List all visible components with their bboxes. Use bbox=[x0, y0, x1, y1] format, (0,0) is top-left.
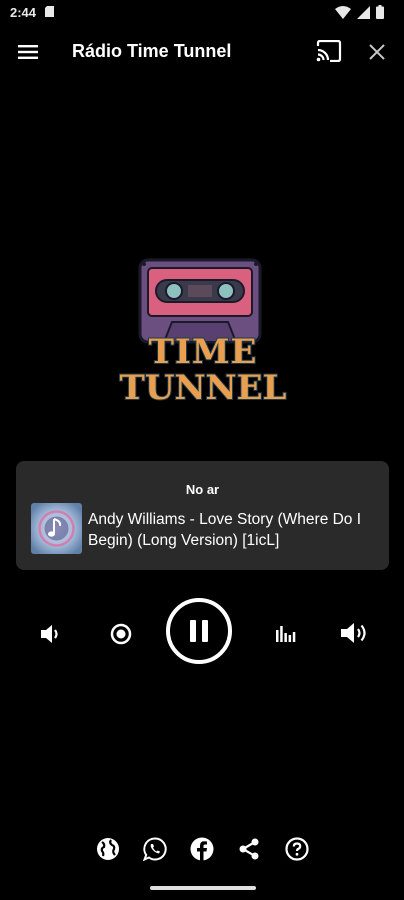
app-title: Rádio Time Tunnel bbox=[72, 41, 232, 61]
globe-icon bbox=[97, 838, 119, 860]
cast-button[interactable] bbox=[316, 39, 344, 64]
home-indicator[interactable] bbox=[150, 886, 256, 890]
cast-icon bbox=[316, 39, 342, 63]
volume-down-icon bbox=[41, 625, 58, 643]
share-button[interactable] bbox=[236, 836, 262, 862]
equalizer-icon bbox=[276, 626, 296, 642]
close-button[interactable] bbox=[366, 40, 388, 64]
now-playing-card: No ar Andy Williams - Love Story (Where … bbox=[16, 461, 389, 570]
station-logo: TIME TUNNEL bbox=[118, 256, 288, 416]
equalizer-button[interactable] bbox=[272, 620, 300, 648]
whatsapp-icon bbox=[143, 837, 167, 861]
share-icon bbox=[239, 838, 259, 860]
track-title: Andy Williams - Love Story (Where Do I B… bbox=[88, 511, 362, 549]
signal-icon bbox=[357, 5, 370, 19]
logo-text-line2: TUNNEL bbox=[119, 368, 288, 408]
volume-up-icon bbox=[341, 623, 366, 643]
facebook-button[interactable] bbox=[189, 836, 215, 862]
volume-up-button[interactable] bbox=[337, 618, 373, 648]
facebook-icon bbox=[190, 837, 214, 861]
status-icons bbox=[335, 5, 384, 19]
app-bar: Rádio Time Tunnel bbox=[0, 26, 404, 80]
help-button[interactable] bbox=[284, 836, 310, 862]
menu-button[interactable] bbox=[16, 40, 40, 64]
on-air-label: No ar bbox=[185, 482, 220, 497]
pause-icon bbox=[190, 620, 208, 642]
whatsapp-button[interactable] bbox=[142, 836, 168, 862]
menu-icon bbox=[18, 45, 38, 59]
sd-card-icon bbox=[45, 6, 54, 17]
status-bar: 2:44 bbox=[0, 0, 404, 26]
wifi-icon bbox=[335, 5, 351, 19]
record-icon bbox=[110, 623, 132, 645]
music-note-icon bbox=[31, 503, 82, 554]
volume-down-button[interactable] bbox=[36, 620, 64, 648]
record-button[interactable] bbox=[107, 620, 135, 648]
help-icon bbox=[285, 837, 309, 861]
social-bar bbox=[0, 836, 404, 864]
close-icon bbox=[369, 44, 385, 60]
battery-icon bbox=[376, 5, 384, 19]
play-pause-button[interactable] bbox=[166, 598, 232, 664]
logo-text-line1: TIME bbox=[148, 332, 258, 372]
album-art bbox=[31, 503, 82, 554]
playback-controls bbox=[0, 596, 404, 672]
website-button[interactable] bbox=[95, 836, 121, 862]
status-time: 2:44 bbox=[10, 5, 37, 20]
